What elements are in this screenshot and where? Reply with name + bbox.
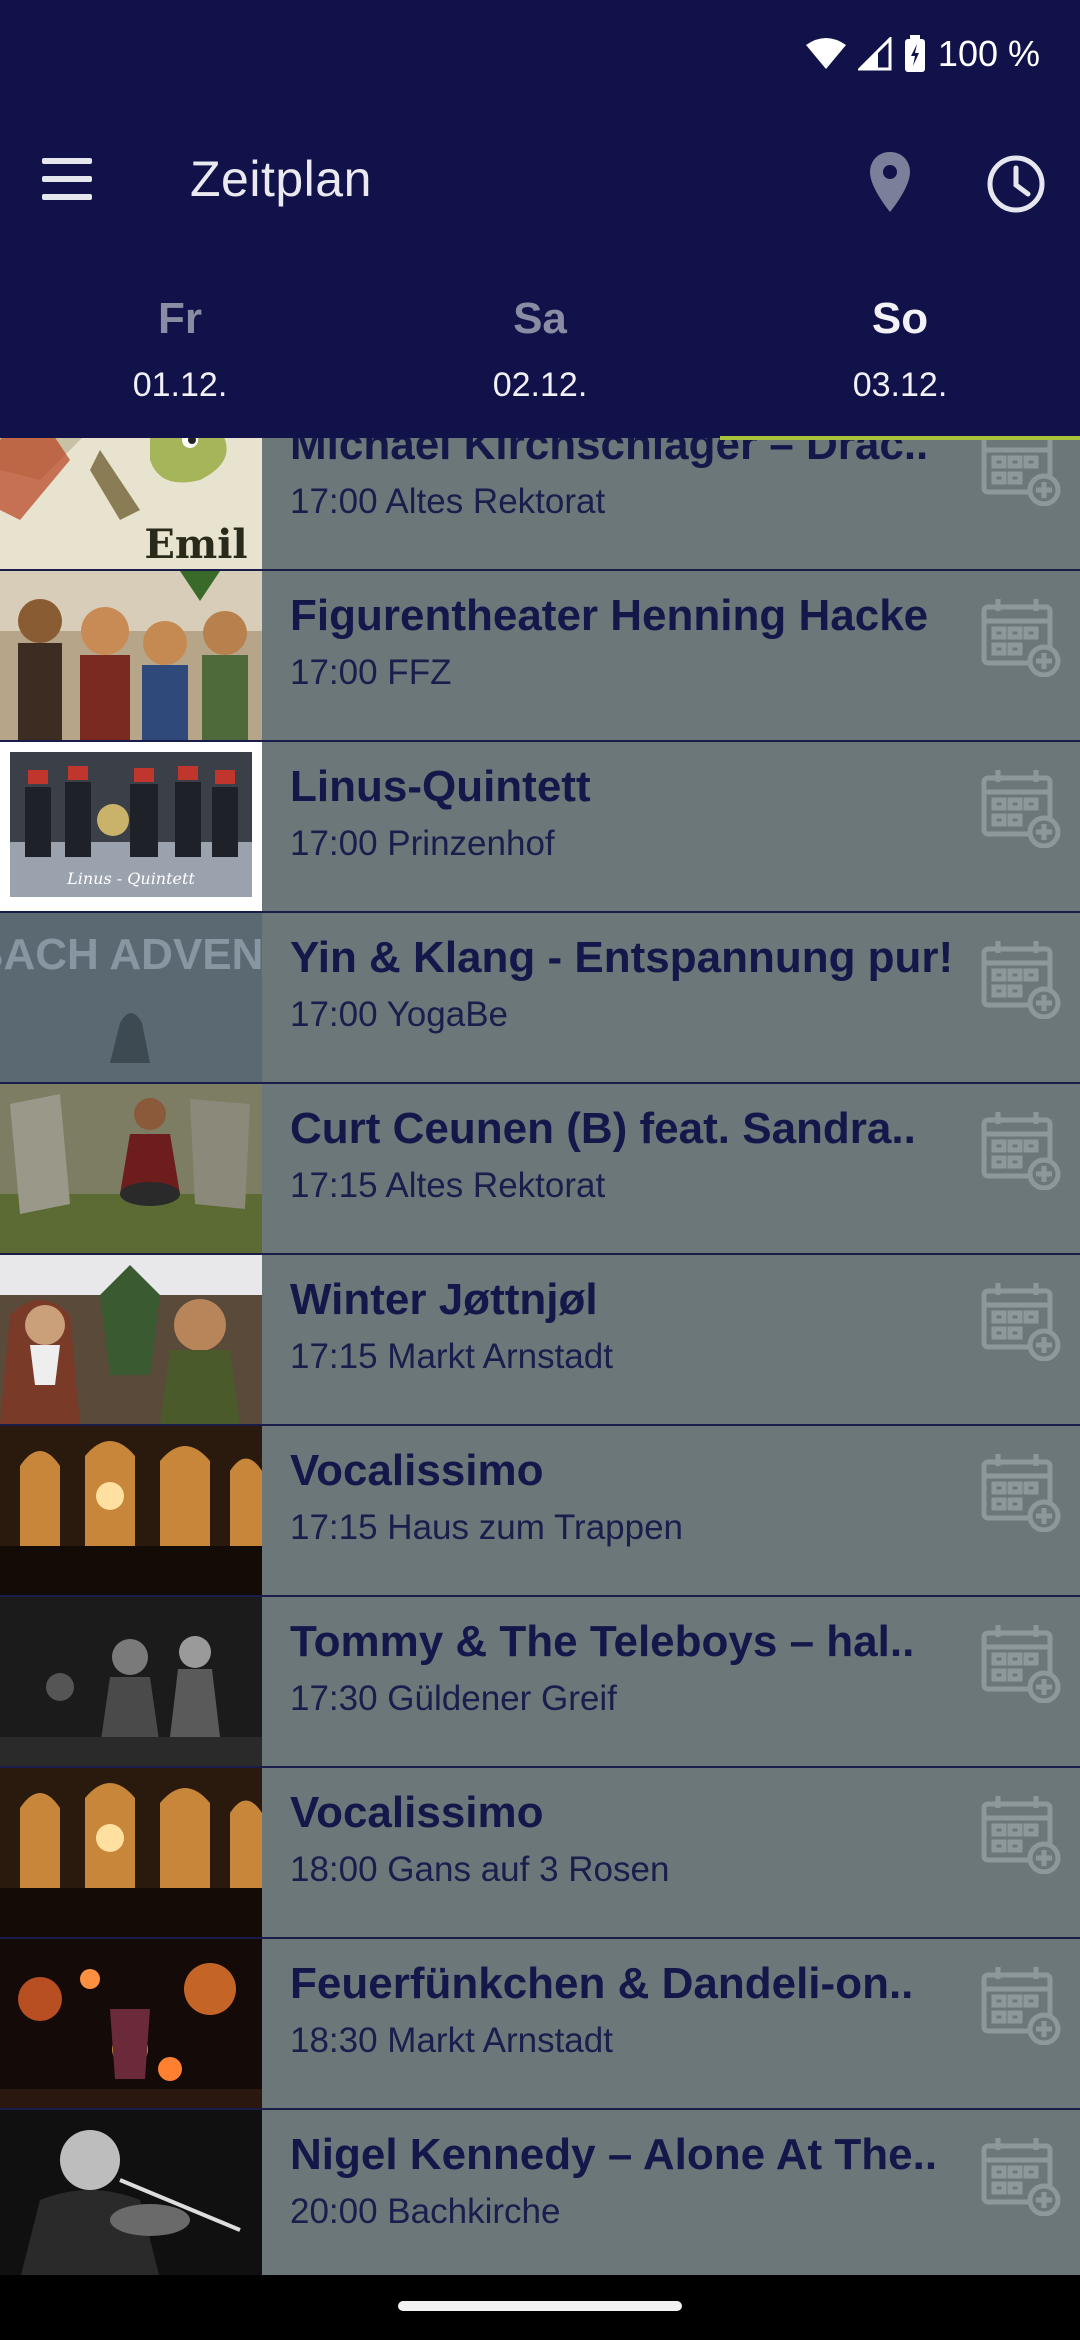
event-list[interactable]: Emil Michael Kirchschlager – Drac.. 17:0…	[0, 400, 1080, 2281]
tab-saturday[interactable]: Sa 02.12.	[360, 280, 720, 430]
event-title: Yin & Klang - Entspannung pur!	[290, 933, 950, 982]
event-row[interactable]: Vocalissimo 17:15 Haus zum Trappen	[0, 1426, 1080, 1597]
event-time-venue: 18:00 Gans auf 3 Rosen	[290, 1850, 670, 1889]
day-name: Fr	[158, 294, 202, 343]
event-title: Nigel Kennedy – Alone At The..	[290, 2130, 938, 2179]
event-thumbnail	[0, 1597, 262, 1766]
event-thumbnail	[0, 1939, 262, 2108]
calendar-add-icon[interactable]	[980, 766, 1062, 849]
event-row[interactable]: Linus - Quintett Linus-Quintett 17:00 Pr…	[0, 742, 1080, 913]
battery-level: 100 %	[937, 33, 1040, 74]
calendar-add-icon[interactable]	[980, 1792, 1062, 1875]
event-title: Curt Ceunen (B) feat. Sandra..	[290, 1104, 916, 1153]
battery-icon	[904, 35, 925, 72]
calendar-add-icon[interactable]	[980, 2134, 1062, 2217]
event-row[interactable]: Nigel Kennedy – Alone At The.. 20:00 Bac…	[0, 2110, 1080, 2281]
event-row[interactable]: Feuerfünkchen & Dandeli-on.. 18:30 Markt…	[0, 1939, 1080, 2110]
thumbnail-text: BACH ADVENT	[0, 930, 262, 979]
event-row[interactable]: Figurentheater Henning Hacke 17:00 FFZ	[0, 571, 1080, 742]
event-time-venue: 17:15 Altes Rektorat	[290, 1166, 606, 1205]
event-row[interactable]: Curt Ceunen (B) feat. Sandra.. 17:15 Alt…	[0, 1084, 1080, 1255]
location-pin-icon[interactable]	[868, 150, 912, 219]
system-nav-bar	[0, 2275, 1080, 2340]
clock-icon[interactable]	[986, 154, 1046, 219]
event-time-venue: 17:00 FFZ	[290, 653, 452, 692]
event-time-venue: 18:30 Markt Arnstadt	[290, 2021, 613, 2060]
thumbnail-text: Emil	[144, 521, 247, 568]
day-name: Sa	[513, 294, 567, 343]
calendar-add-icon[interactable]	[980, 1108, 1062, 1191]
day-tabs: Fr 01.12. Sa 02.12. So 03.12.	[0, 280, 1080, 430]
calendar-add-icon[interactable]	[980, 1963, 1062, 2046]
event-title: Tommy & The Teleboys – hal..	[290, 1617, 915, 1666]
day-date: 03.12.	[852, 366, 948, 404]
calendar-add-icon[interactable]	[980, 1621, 1062, 1704]
event-title: Vocalissimo	[290, 1788, 544, 1837]
day-name: So	[871, 294, 929, 343]
event-thumbnail	[0, 2110, 262, 2279]
home-gesture-bar[interactable]	[398, 2301, 682, 2311]
app-header: 100 % Zeitplan Fr 01.12. Sa 02.12. So 03…	[0, 0, 1080, 438]
status-bar: 100 %	[805, 28, 1040, 80]
event-time-venue: 17:00 Altes Rektorat	[290, 482, 606, 521]
event-thumbnail	[0, 1426, 262, 1595]
page-title: Zeitplan	[190, 151, 372, 207]
event-time-venue: 17:30 Güldener Greif	[290, 1679, 617, 1718]
event-title: Feuerfünkchen & Dandeli-on..	[290, 1959, 914, 2008]
tab-friday[interactable]: Fr 01.12.	[0, 280, 360, 430]
day-date: 01.12.	[132, 366, 228, 404]
thumbnail-text: Linus - Quintett	[66, 869, 195, 888]
menu-icon[interactable]	[42, 158, 102, 208]
event-row[interactable]: Winter Jøttnjøl 17:15 Markt Arnstadt	[0, 1255, 1080, 1426]
event-thumbnail	[0, 1084, 262, 1253]
event-time-venue: 17:15 Haus zum Trappen	[290, 1508, 684, 1547]
tab-sunday[interactable]: So 03.12.	[720, 280, 1080, 430]
calendar-add-icon[interactable]	[980, 595, 1062, 678]
calendar-add-icon[interactable]	[980, 1279, 1062, 1362]
event-time-venue: 17:15 Markt Arnstadt	[290, 1337, 613, 1376]
event-thumbnail	[0, 571, 262, 740]
event-time-venue: 20:00 Bachkirche	[290, 2192, 561, 2231]
event-title: Linus-Quintett	[290, 762, 591, 811]
signal-icon	[857, 37, 892, 71]
toolbar: Zeitplan	[0, 130, 1080, 240]
event-time-venue: 17:00 YogaBe	[290, 995, 509, 1034]
event-title: Figurentheater Henning Hacke	[290, 591, 929, 640]
event-thumbnail	[0, 1768, 262, 1937]
active-tab-indicator	[720, 436, 1080, 440]
event-thumbnail: Linus - Quintett	[0, 742, 262, 911]
event-thumbnail: BACH ADVENT	[0, 913, 262, 1082]
event-row[interactable]: Vocalissimo 18:00 Gans auf 3 Rosen	[0, 1768, 1080, 1939]
event-title: Winter Jøttnjøl	[290, 1275, 598, 1324]
app-screen: Emil Michael Kirchschlager – Drac.. 17:0…	[0, 0, 1080, 2340]
wifi-icon	[805, 38, 846, 69]
event-thumbnail	[0, 1255, 262, 1424]
event-row[interactable]: BACH ADVENT Yin & Klang - Entspannung pu…	[0, 913, 1080, 1084]
event-time-venue: 17:00 Prinzenhof	[290, 824, 555, 863]
day-date: 02.12.	[492, 366, 588, 404]
event-title: Vocalissimo	[290, 1446, 544, 1495]
calendar-add-icon[interactable]	[980, 937, 1062, 1020]
calendar-add-icon[interactable]	[980, 1450, 1062, 1533]
event-row[interactable]: Tommy & The Teleboys – hal.. 17:30 Gülde…	[0, 1597, 1080, 1768]
